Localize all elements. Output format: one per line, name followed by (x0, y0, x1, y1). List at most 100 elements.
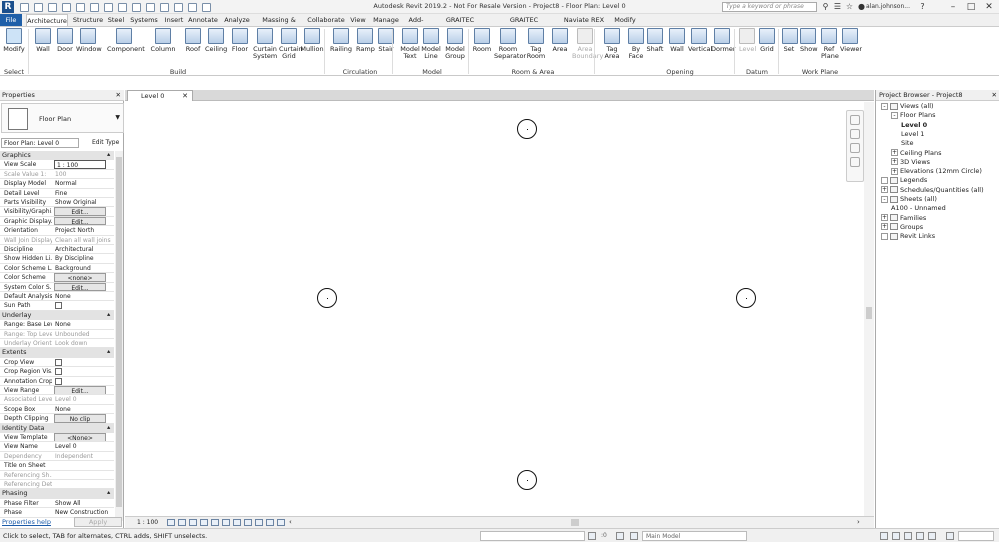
tree-toggle-icon[interactable]: - (881, 195, 888, 203)
minimize-icon[interactable]: – (944, 0, 962, 14)
tree-node[interactable]: + Groups (881, 223, 923, 231)
tree-toggle-icon[interactable]: + (881, 186, 888, 194)
tab-structure[interactable]: Structure (72, 14, 104, 26)
tree-toggle-icon[interactable]: - (891, 111, 898, 119)
tree-node[interactable]: Level 0 (901, 121, 927, 129)
dormer-tool-button[interactable]: Dormer (711, 28, 736, 53)
door-tool-button[interactable]: Door (56, 28, 74, 53)
room-tool-button[interactable]: Room (472, 28, 492, 53)
railing-tool-button[interactable]: Railing (330, 28, 352, 53)
tree-node[interactable]: + Families (881, 214, 926, 222)
tree-node[interactable]: Site (901, 139, 913, 147)
visual-style-icon[interactable] (178, 519, 186, 526)
lock-3d-icon[interactable] (233, 519, 241, 526)
close-icon[interactable]: ✕ (182, 91, 188, 101)
property-group-graphics[interactable]: Graphics ⯅ (0, 151, 114, 161)
tree-node[interactable]: + Schedules/Quantities (all) (881, 186, 984, 194)
select-pinned-icon[interactable] (904, 532, 912, 540)
panel-label-model[interactable]: Model (394, 68, 470, 76)
temp-hide-icon[interactable] (244, 519, 252, 526)
curtain-system-tool-button[interactable]: Curtain System (253, 28, 277, 60)
select-panel-label[interactable]: Select (3, 68, 25, 76)
property-value[interactable]: By Discipline (53, 254, 114, 262)
tab-massing-site[interactable]: Massing & Site (256, 14, 302, 36)
tab-graitec-concrete[interactable]: GRAITEC Concrete (432, 14, 488, 36)
pan-icon[interactable] (850, 143, 860, 153)
help-icon[interactable]: ? (918, 2, 927, 11)
property-group-extents[interactable]: Extents ⯅ (0, 348, 114, 358)
tab-analyze[interactable]: Analyze (222, 14, 252, 26)
tree-node[interactable]: - Floor Plans (891, 111, 935, 119)
property-value[interactable]: None (53, 320, 114, 328)
property-edit-button[interactable]: No clip (54, 414, 106, 423)
tab-collaborate[interactable]: Collaborate (306, 14, 346, 26)
apply-button[interactable]: Apply (74, 517, 122, 527)
tree-toggle-icon[interactable] (881, 232, 888, 240)
property-value[interactable]: New Construction (53, 508, 114, 516)
elevation-marker-north[interactable] (517, 119, 537, 139)
show-crop-icon[interactable] (222, 519, 230, 526)
property-value[interactable]: Normal (53, 179, 114, 187)
property-checkbox[interactable] (55, 358, 62, 366)
property-value[interactable]: Background (53, 264, 114, 272)
properties-help-link[interactable]: Properties help (2, 518, 51, 526)
viewer-tool-button[interactable]: Viewer (840, 28, 862, 53)
tree-node[interactable]: - Sheets (all) (881, 195, 937, 203)
edit-type-button[interactable]: Edit Type (82, 138, 123, 148)
property-value[interactable]: Show All (53, 499, 114, 507)
communication-icon[interactable]: ☆ (845, 2, 854, 11)
property-edit-button[interactable]: Edit... (54, 282, 106, 291)
user-name[interactable]: alan.johnson... (866, 3, 910, 10)
collapse-icon[interactable]: ⯅ (106, 348, 111, 357)
instance-selector[interactable]: Floor Plan: Level 0 (1, 138, 79, 148)
show-tool-button[interactable]: Show (800, 28, 818, 53)
select-links-icon[interactable] (880, 532, 888, 540)
property-group-identity-data[interactable]: Identity Data ⯅ (0, 423, 114, 433)
properties-scrollbar[interactable] (115, 151, 123, 521)
property-checkbox[interactable] (55, 377, 62, 385)
design-options-icon[interactable] (630, 532, 638, 540)
window-tool-button[interactable]: Window (76, 28, 102, 53)
model-text-tool-button[interactable]: Model Text (400, 28, 420, 60)
steering-wheel-icon[interactable] (850, 115, 860, 125)
property-edit-button[interactable]: Edit... (54, 386, 106, 395)
tree-toggle-icon[interactable]: + (881, 214, 888, 222)
search-icon[interactable]: ⚲ (821, 2, 830, 11)
reveal-hidden-icon[interactable] (255, 519, 263, 526)
tab-manage[interactable]: Manage (372, 14, 400, 26)
select-by-face-icon[interactable] (916, 532, 924, 540)
close-icon[interactable]: ✕ (980, 0, 998, 14)
tree-node[interactable]: + Elevations (12mm Circle) (891, 167, 982, 175)
analytical-model-icon[interactable] (266, 519, 274, 526)
tree-node[interactable]: + Ceiling Plans (891, 149, 941, 157)
dropdown-arrow-icon[interactable]: ▼ (115, 114, 120, 121)
property-input[interactable]: 1 : 100 (54, 160, 106, 169)
tab-naviate-rex[interactable]: Naviate REX (560, 14, 608, 26)
property-value[interactable]: None (53, 405, 114, 413)
model-group-tool-button[interactable]: Model Group (444, 28, 466, 60)
model-line-tool-button[interactable]: Model Line (421, 28, 441, 60)
curtain-grid-tool-button[interactable]: Curtain Grid (279, 28, 303, 60)
select-underlay-icon[interactable] (892, 532, 900, 540)
panel-label-circulation[interactable]: Circulation (326, 68, 394, 76)
tab-architecture[interactable]: Architecture (26, 14, 68, 26)
mullion-tool-button[interactable]: Mullion (300, 28, 324, 53)
area-tool-button[interactable]: Area (551, 28, 569, 53)
tag-area-tool-button[interactable]: Tag Area (601, 28, 623, 60)
panel-label-work-plane[interactable]: Work Plane (780, 68, 860, 76)
tab-level-0[interactable]: Level 0 ✕ (127, 90, 193, 101)
search-input[interactable]: Type a keyword or phrase (722, 2, 817, 12)
tab-modify[interactable]: Modify (612, 14, 638, 26)
canvas-vertical-scrollbar[interactable] (864, 102, 874, 516)
highlight-displacement-icon[interactable] (277, 519, 285, 526)
property-value[interactable]: Fine (53, 189, 114, 197)
tab-steel[interactable]: Steel (106, 14, 126, 26)
property-value[interactable]: Project North (53, 226, 114, 234)
panel-label-build[interactable]: Build (30, 68, 326, 76)
tag-room-tool-button[interactable]: Tag Room (525, 28, 547, 60)
column-tool-button[interactable]: Column (150, 28, 176, 53)
wall-tool-button[interactable]: Wall (34, 28, 52, 53)
component-tool-button[interactable]: Component (107, 28, 145, 53)
tab-file[interactable]: File (0, 14, 22, 26)
property-value[interactable]: Level 0 (53, 442, 114, 450)
